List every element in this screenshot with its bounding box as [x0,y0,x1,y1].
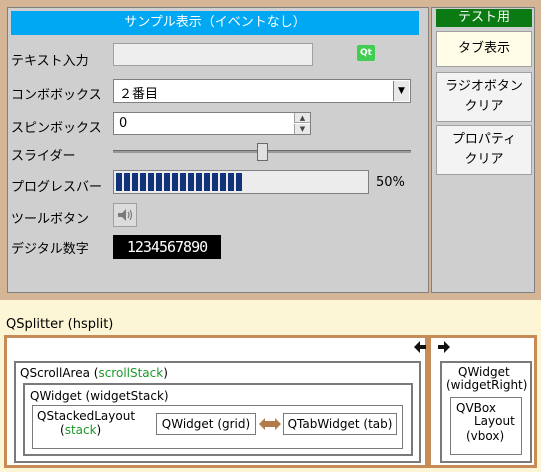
text-input[interactable] [113,43,313,66]
preview-panel: サンプル表示（イベントなし） テキスト入力 Qt コンボボックス ２番目 ▼ ス… [0,0,541,300]
speaker-icon [118,209,133,221]
splitter-label: QSplitter (hsplit) [6,317,114,332]
spin-down-icon[interactable]: ▼ [294,124,310,134]
progress-chunk [188,173,194,191]
progress-bar [113,170,369,194]
clear-radio-button[interactable]: ラジオボタン クリア [436,72,532,122]
combo-value: ２番目 [119,87,159,102]
form-title: サンプル表示（イベントなし） [11,11,419,35]
progress-chunk [180,173,186,191]
text-input-label: テキスト入力 [11,54,89,69]
clear-property-button[interactable]: プロパティ クリア [436,125,532,175]
progress-chunk [148,173,154,191]
spin-up-icon[interactable]: ▲ [294,113,310,123]
slider-handle[interactable] [256,143,268,161]
progress-label: プログレスバー [11,180,103,195]
combo-box[interactable]: ２番目 ▼ [113,79,411,103]
progress-chunk [124,173,130,191]
progress-chunk [204,173,210,191]
progress-chunk [164,173,170,191]
chevron-down-icon[interactable]: ▼ [393,81,409,101]
layout-diagram: QSplitter (hsplit) QScrollArea (scrollSt… [0,315,541,472]
progress-chunk [132,173,138,191]
progress-fill [116,173,242,191]
swap-arrow-icon [259,418,281,430]
vbox-label-1: QVBox [456,401,496,415]
vbox-label-3: (vbox) [466,429,505,443]
progress-chunk [212,173,218,191]
progress-chunk [156,173,162,191]
stack-name: (stack) [60,423,102,437]
lcd-label: デジタル数字 [11,242,89,257]
progress-chunk [220,173,226,191]
left-right-arrows-icon [414,341,450,353]
progress-chunk [172,173,178,191]
tool-button[interactable] [113,203,137,227]
spin-box[interactable]: 0 ▲ ▼ [113,112,311,135]
widget-right-label-1: QWidget [458,365,510,379]
grid-widget-box: QWidget (grid) [156,413,256,435]
progress-chunk [196,173,202,191]
side-title: テスト用 [436,9,532,27]
widget-right-label-2: (widgetRight) [446,378,528,392]
scroll-area-label: QScrollArea (scrollStack) [20,366,168,380]
progress-percent: 50% [376,175,405,190]
progress-chunk [116,173,122,191]
tab-widget-box: QTabWidget (tab) [283,413,397,435]
stacked-layout-label: QStackedLayout [37,409,136,423]
show-tab-button[interactable]: タブ表示 [436,31,532,67]
spin-value: 0 [119,116,128,131]
lcd-number: 1234567890 [113,235,221,259]
spin-label: スピンボックス [11,121,102,136]
combo-label: コンボボックス [11,88,102,103]
widget-stack-label: QWidget (widgetStack) [30,389,169,403]
progress-chunk [228,173,234,191]
progress-chunk [236,173,242,191]
slider-label: スライダー [11,149,76,164]
qt-logo: Qt [357,45,375,61]
progress-chunk [140,173,146,191]
tool-button-label: ツールボタン [11,212,90,227]
vbox-label-2: Layout [474,414,515,428]
